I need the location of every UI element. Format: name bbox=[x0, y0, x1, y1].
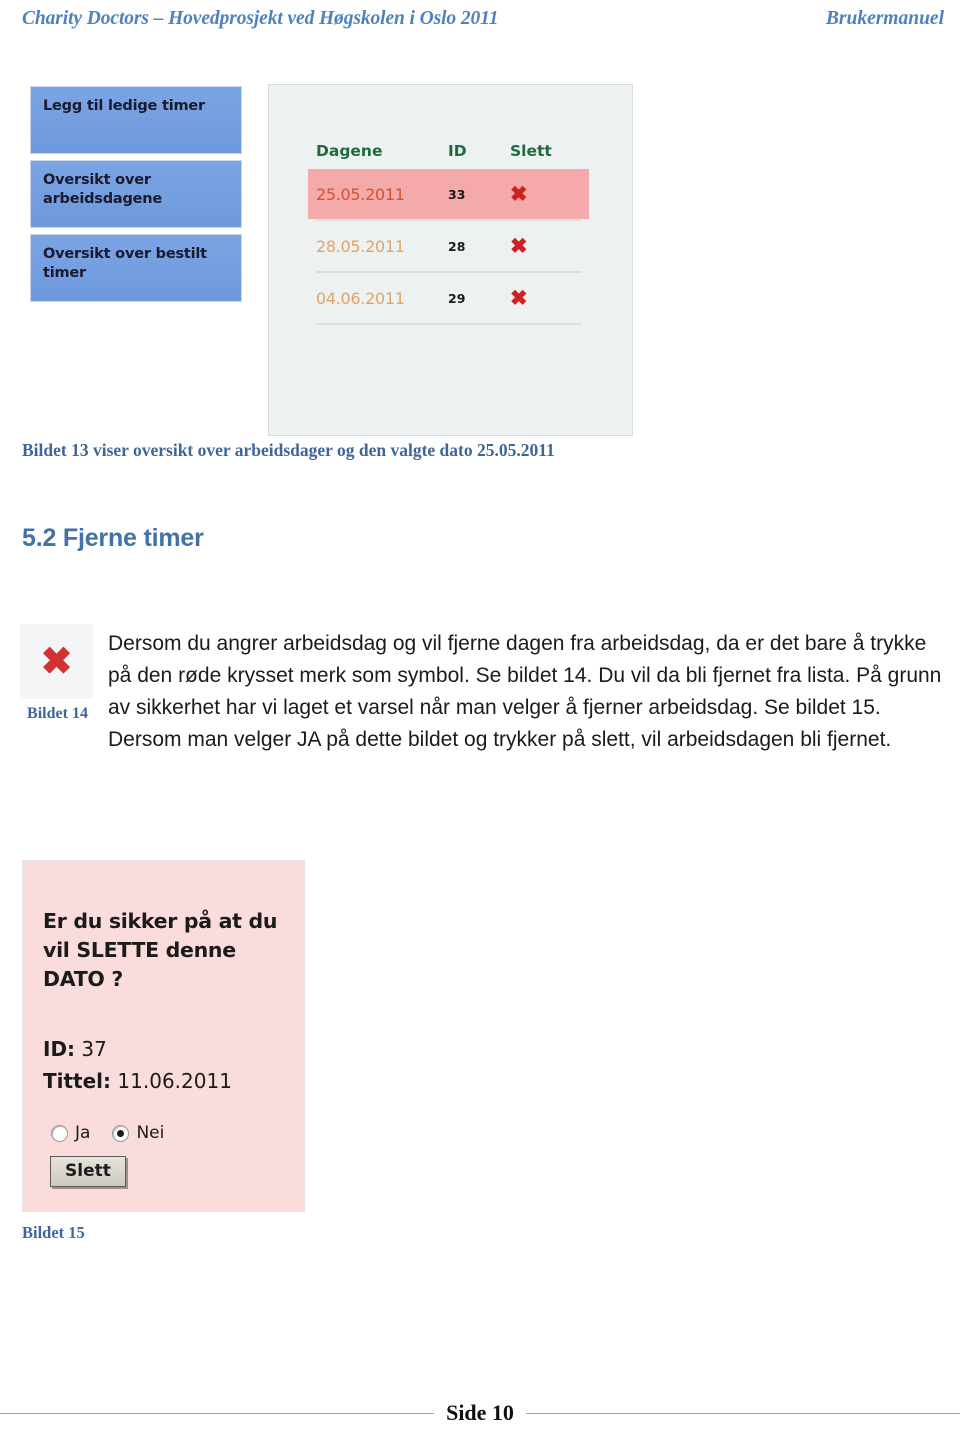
radio-button-icon-nei[interactable] bbox=[112, 1124, 130, 1142]
red-cross-icon: ✖ bbox=[40, 640, 73, 683]
radio-button-icon-ja[interactable] bbox=[51, 1124, 68, 1142]
header-right-title: Brukermanuel bbox=[825, 8, 944, 29]
cell-date: 04.06.2011 bbox=[316, 288, 405, 308]
cell-date: 25.05.2011 bbox=[316, 184, 405, 204]
dialog-tittel-line: Tittel: 11.06.2011 bbox=[43, 1069, 232, 1093]
dialog-id-line: ID: 37 bbox=[43, 1037, 107, 1061]
radio-option-ja[interactable]: Ja bbox=[51, 1123, 90, 1143]
dialog-radio-group: Ja Nei bbox=[51, 1123, 186, 1143]
section-body-paragraph: Dersom du angrer arbeidsdag og vil fjern… bbox=[108, 632, 942, 751]
dialog-id-label: ID: bbox=[43, 1037, 76, 1061]
app-nav-button-group: Legg til ledige timer Oversikt over arbe… bbox=[30, 86, 242, 308]
table-row[interactable]: 25.05.2011 33 ✖ bbox=[308, 169, 589, 219]
column-header-id: ID bbox=[448, 142, 467, 160]
figure-13-caption: Bildet 13 viser oversikt over arbeidsdag… bbox=[22, 440, 555, 460]
delete-x-icon[interactable]: ✖ bbox=[510, 288, 580, 309]
footer-page-number: Side 10 bbox=[446, 1400, 514, 1425]
delete-x-icon[interactable]: ✖ bbox=[510, 236, 580, 257]
nav-button-legg-til-ledige-timer[interactable]: Legg til ledige timer bbox=[30, 86, 242, 154]
document-header: Charity Doctors – Hovedprosjekt ved Høgs… bbox=[0, 8, 960, 38]
workdays-table: Dagene ID Slett 25.05.2011 33 ✖ 28.05.20… bbox=[308, 142, 589, 325]
table-row[interactable]: 28.05.2011 28 ✖ bbox=[316, 221, 581, 273]
figure-14-image: ✖ bbox=[20, 624, 93, 699]
cell-date: 28.05.2011 bbox=[316, 236, 405, 256]
column-header-slett: Slett bbox=[510, 142, 552, 160]
dialog-id-value: 37 bbox=[81, 1037, 107, 1061]
document-footer: Side 10 bbox=[0, 1400, 960, 1426]
figure-15-caption: Bildet 15 bbox=[22, 1223, 85, 1242]
radio-label-ja: Ja bbox=[75, 1123, 91, 1143]
dialog-slett-button[interactable]: Slett bbox=[50, 1156, 126, 1187]
cell-id: 33 bbox=[448, 186, 466, 202]
footer-rule-right bbox=[525, 1412, 960, 1414]
figure-13-screenshot: Legg til ledige timer Oversikt over arbe… bbox=[0, 78, 660, 438]
nav-button-oversikt-over-bestilt-timer[interactable]: Oversikt over bestilt timer bbox=[30, 234, 242, 302]
nav-button-oversikt-over-arbeidsdagene[interactable]: Oversikt over arbeidsdagene bbox=[30, 160, 242, 228]
table-header-row: Dagene ID Slett bbox=[316, 142, 581, 169]
dialog-tittel-label: Tittel: bbox=[43, 1069, 112, 1093]
workdays-panel: Dagene ID Slett 25.05.2011 33 ✖ 28.05.20… bbox=[268, 84, 633, 436]
cell-id: 28 bbox=[448, 238, 466, 254]
radio-option-nei[interactable]: Nei bbox=[112, 1123, 164, 1143]
figure-14-caption: Bildet 14 bbox=[27, 705, 88, 722]
header-left-title: Charity Doctors – Hovedprosjekt ved Høgs… bbox=[22, 8, 499, 29]
footer-rule-left bbox=[0, 1412, 435, 1414]
figure-15-confirm-dialog: Er du sikker på at du vil SLETTE denne D… bbox=[22, 860, 305, 1212]
dialog-question-text: Er du sikker på at du vil SLETTE denne D… bbox=[43, 909, 278, 992]
column-header-dagene: Dagene bbox=[316, 142, 383, 160]
delete-x-icon[interactable]: ✖ bbox=[510, 184, 580, 205]
table-row[interactable]: 04.06.2011 29 ✖ bbox=[316, 273, 581, 325]
figure-14-thumbnail: ✖ Bildet 14 bbox=[20, 624, 95, 723]
section-heading-5-2: 5.2 Fjerne timer bbox=[22, 524, 204, 552]
cell-id: 29 bbox=[448, 290, 466, 306]
dialog-tittel-value: 11.06.2011 bbox=[117, 1069, 232, 1093]
radio-label-nei: Nei bbox=[136, 1123, 165, 1143]
